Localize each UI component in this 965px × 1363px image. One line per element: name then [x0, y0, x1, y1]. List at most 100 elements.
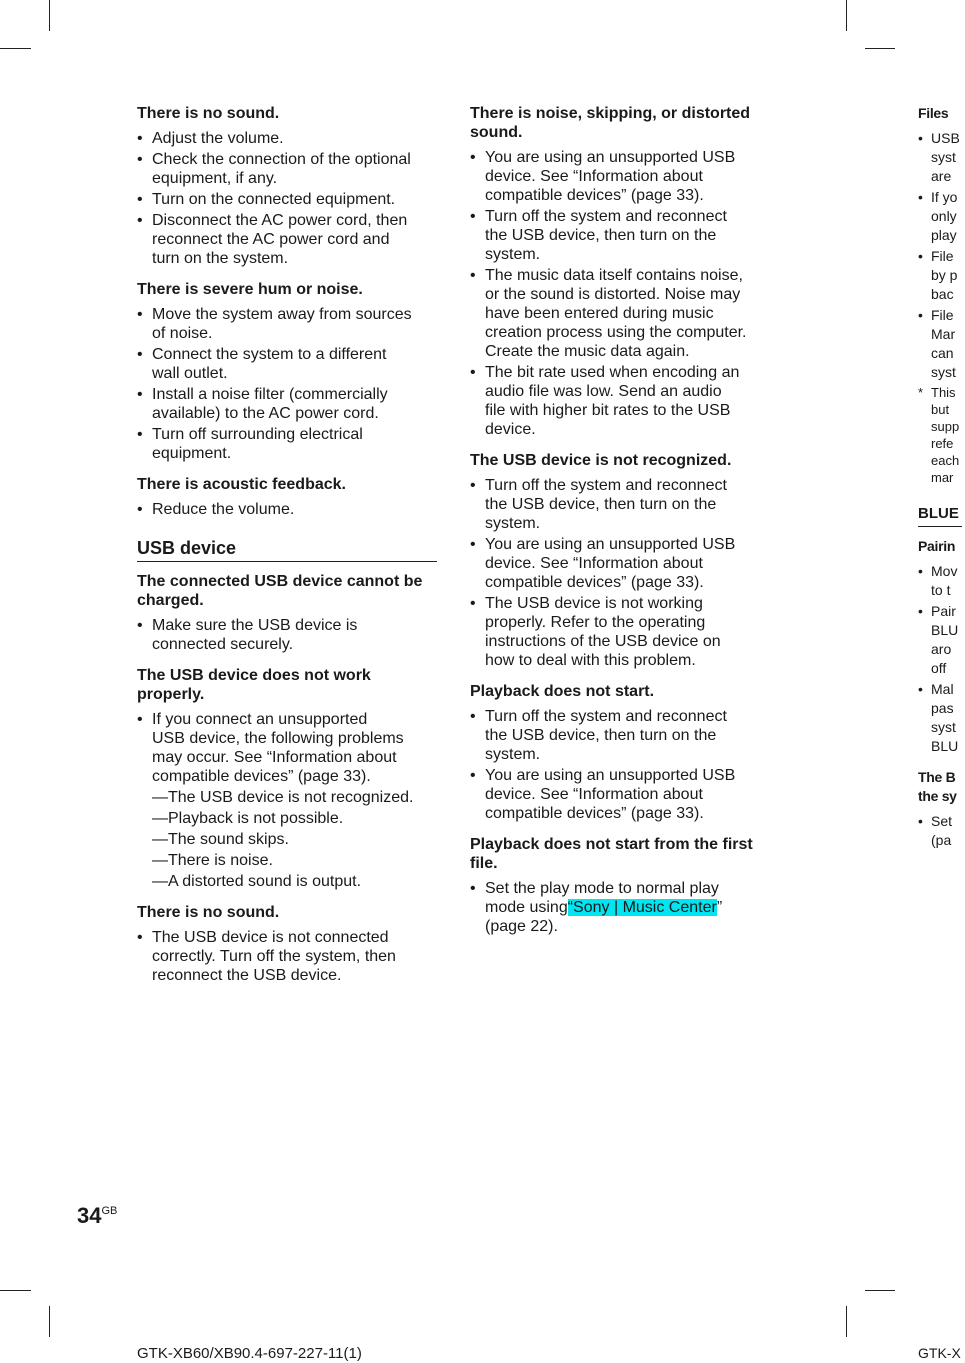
- subheading: There is severe hum or noise.: [137, 280, 437, 299]
- subheading: Playback does not start.: [470, 682, 775, 701]
- text: File by p bac: [931, 248, 958, 302]
- bullet-item: Turn off the system and reconnect the US…: [470, 476, 775, 533]
- bullet-item: Turn off surrounding electrical equipmen…: [137, 425, 437, 463]
- crop-mark: [0, 1290, 31, 1291]
- page-number-suffix: GB: [101, 1205, 118, 1217]
- text: The B the sy: [918, 769, 957, 804]
- text: If you connect an unsupported USB device…: [152, 711, 404, 785]
- bullet-item: If yo only play: [918, 188, 962, 245]
- text: Turn on the connected equipment.: [152, 191, 396, 208]
- footer-left: GTK-XB60/XB90.4-697-227-11(1): [137, 1345, 362, 1362]
- crop-mark: [865, 48, 895, 49]
- text: The USB device is not working properly. …: [485, 595, 721, 669]
- bullet-item: Connect the system to a different wall o…: [137, 345, 437, 383]
- sub-item: —There is noise.: [137, 851, 437, 870]
- text: Turn off the system and reconnect the US…: [485, 477, 727, 532]
- bullet-item: You are using an unsupported USB device.…: [470, 148, 775, 205]
- bullet-item: File Mar can syst: [918, 306, 962, 382]
- subheading: There is no sound.: [137, 104, 437, 123]
- text: There is noise, skipping, or distorted s…: [470, 105, 751, 141]
- crop-mark: [49, 1306, 50, 1337]
- column-right-clipped: Files USB syst are If yo only play File by …: [918, 104, 962, 852]
- text: —There is noise.: [152, 852, 273, 869]
- subheading: There is noise, skipping, or distorted s…: [470, 104, 775, 142]
- text: The bit rate used when encoding an audio…: [485, 364, 740, 438]
- text: Turn off the system and reconnect the US…: [485, 708, 727, 763]
- text: Files: [918, 105, 949, 121]
- bullet-item: The bit rate used when encoding an audio…: [470, 363, 775, 439]
- highlighted-link-text: “Sony | Music Center: [567, 899, 717, 916]
- subheading: The connected USB device cannot be charg…: [137, 572, 437, 610]
- text: —The sound skips.: [152, 831, 289, 848]
- text: —The USB device is not recognized.: [152, 789, 414, 806]
- text: Reduce the volume.: [152, 501, 295, 518]
- crop-mark: [0, 48, 31, 49]
- bullet-item: Turn off the system and reconnect the US…: [470, 207, 775, 264]
- bullet-item: File by p bac: [918, 247, 962, 304]
- bullet-item: Turn on the connected equipment.: [137, 190, 437, 209]
- text: There is no sound.: [137, 105, 280, 122]
- text: Install a noise filter (commercially ava…: [152, 386, 388, 422]
- sub-item: —The USB device is not recognized.: [137, 788, 437, 807]
- text: The music data itself contains noise, or…: [485, 267, 747, 360]
- sub-item: —Playback is not possible.: [137, 809, 437, 828]
- text: Disconnect the AC power cord, then recon…: [152, 212, 408, 267]
- text: Mov to t: [931, 563, 958, 598]
- text: Turn off the system and reconnect the US…: [485, 208, 727, 263]
- sub-item: —A distorted sound is output.: [137, 872, 437, 891]
- text: Mal pas syst BLU: [931, 681, 959, 754]
- bullet-item: The music data itself contains noise, or…: [470, 266, 775, 361]
- column-middle: There is noise, skipping, or distorted s…: [470, 104, 775, 938]
- text: Adjust the volume.: [152, 130, 284, 147]
- crop-mark: [865, 1290, 895, 1291]
- crop-mark: [846, 0, 847, 31]
- bullet-item: Check the connection of the optional equ…: [137, 150, 437, 188]
- crop-mark: [49, 0, 50, 31]
- bullet-item: Reduce the volume.: [137, 500, 437, 519]
- text: USB device: [137, 538, 237, 558]
- bullet-item: Install a noise filter (commercially ava…: [137, 385, 437, 423]
- text: USB syst are: [931, 130, 960, 184]
- bullet-item: If you connect an unsupported USB device…: [137, 710, 437, 786]
- text: You are using an unsupported USB device.…: [485, 536, 736, 591]
- text: The USB device is not recognized.: [470, 452, 732, 469]
- bullet-item: You are using an unsupported USB device.…: [470, 535, 775, 592]
- subheading: Files: [918, 104, 962, 123]
- bullet-item: The USB device is not working properly. …: [470, 594, 775, 670]
- text: Playback does not start.: [470, 683, 655, 700]
- bullet-item: Disconnect the AC power cord, then recon…: [137, 211, 437, 268]
- text: Playback does not start from the first f…: [470, 836, 753, 872]
- bullet-item: Make sure the USB device is connected se…: [137, 616, 437, 654]
- subheading: The B the sy: [918, 768, 962, 806]
- text: Pair BLU aro off: [931, 603, 959, 676]
- bullet-item: Pair BLU aro off: [918, 602, 962, 678]
- bullet-item: You are using an unsupported USB device.…: [470, 766, 775, 823]
- bullet-item: Mal pas syst BLU: [918, 680, 962, 756]
- subheading: Pairin: [918, 537, 962, 556]
- sub-item: —The sound skips.: [137, 830, 437, 849]
- bullet-item: Mov to t: [918, 562, 962, 600]
- text: The connected USB device cannot be charg…: [137, 573, 423, 609]
- page-number-value: 34: [77, 1203, 102, 1228]
- bullet-item: Move the system away from sources of noi…: [137, 305, 437, 343]
- text: The USB device does not work properly.: [137, 667, 371, 703]
- text: The USB device is not connected correctl…: [152, 929, 396, 984]
- text: Set (pa: [931, 813, 953, 848]
- bullet-item: USB syst are: [918, 129, 962, 186]
- text: —A distorted sound is output.: [152, 873, 362, 890]
- text: You are using an unsupported USB device.…: [485, 149, 736, 204]
- text: This but supp refe each mar: [931, 385, 960, 485]
- text: Check the connection of the optional equ…: [152, 151, 411, 187]
- page-number: 34GB: [77, 1203, 117, 1229]
- bullet-item: Set (pa: [918, 812, 962, 850]
- text: There is severe hum or noise.: [137, 281, 363, 298]
- text: If yo only play: [931, 189, 958, 243]
- text: —Playback is not possible.: [152, 810, 344, 827]
